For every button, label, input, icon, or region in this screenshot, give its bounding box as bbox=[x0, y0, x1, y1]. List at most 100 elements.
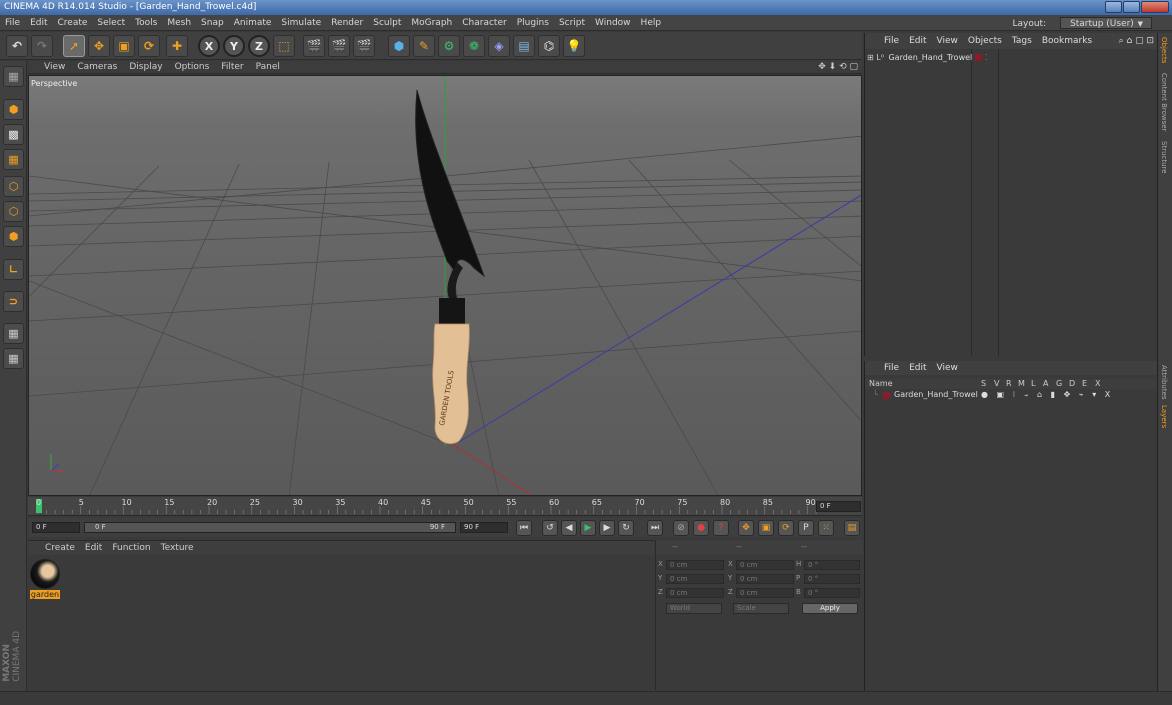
size-z-field[interactable]: 0 cm bbox=[736, 588, 794, 598]
redo-button[interactable]: ↷ bbox=[31, 35, 53, 57]
end-frame-field[interactable]: 90 F bbox=[460, 522, 508, 533]
tab-structure[interactable]: Structure bbox=[1160, 141, 1168, 174]
apply-button[interactable]: Apply bbox=[802, 603, 858, 614]
layer-row[interactable]: └ Garden_Hand_Trowel ● ▣ ⁝ ⍆ ⌂ ▮ ✥ ⌁ ▾ X bbox=[865, 390, 1158, 400]
coordinate-system-button[interactable]: ⬚ bbox=[273, 35, 295, 57]
y-axis-button[interactable]: Y bbox=[223, 35, 245, 57]
object-menu-file[interactable]: File bbox=[879, 33, 904, 49]
workplane-mode-button[interactable]: ▦ bbox=[3, 149, 24, 170]
layer-toggles-icon[interactable]: ● ▣ ⁝ ⍆ ⌂ ▮ ✥ ⌁ ▾ X bbox=[981, 390, 1113, 400]
menu-character[interactable]: Character bbox=[457, 15, 511, 31]
menu-script[interactable]: Script bbox=[554, 15, 590, 31]
viewport-menu-options[interactable]: Options bbox=[169, 61, 216, 74]
menu-create[interactable]: Create bbox=[53, 15, 93, 31]
rot-h-field[interactable]: 0 ° bbox=[804, 560, 860, 570]
tab-attributes[interactable]: Attributes bbox=[1160, 365, 1168, 400]
visibility-dots-icon[interactable]: ⁚ bbox=[985, 52, 988, 63]
material-menu-texture[interactable]: Texture bbox=[156, 541, 199, 555]
viewport-menu-display[interactable]: Display bbox=[123, 61, 168, 74]
menu-file[interactable]: File bbox=[0, 15, 25, 31]
viewport-menu-view[interactable]: View bbox=[38, 61, 71, 74]
deformer-button[interactable]: ◈ bbox=[488, 35, 510, 57]
perspective-viewport[interactable]: GARDEN TOOLS Perspective bbox=[28, 75, 862, 496]
menu-animate[interactable]: Animate bbox=[229, 15, 277, 31]
play-button[interactable]: ▶ bbox=[580, 520, 596, 536]
material-menu-function[interactable]: Function bbox=[107, 541, 155, 555]
floor-button[interactable]: ▤ bbox=[513, 35, 535, 57]
object-menu-tags[interactable]: Tags bbox=[1007, 33, 1037, 49]
layer-menu-file[interactable]: File bbox=[879, 361, 904, 375]
timeline-ruler[interactable]: 0 5 10 15 20 25 30 35 40 45 50 55 60 65 70 75 80 85 90 0 F bbox=[28, 497, 862, 516]
workplane-button[interactable]: ▦ bbox=[3, 323, 24, 344]
rot-b-field[interactable]: 0 ° bbox=[804, 588, 860, 598]
previous-key-button[interactable]: ↺ bbox=[542, 520, 558, 536]
size-mode-dropdown[interactable]: Scale bbox=[733, 603, 789, 614]
next-frame-button[interactable]: ▶ bbox=[599, 520, 615, 536]
record-active-button[interactable]: ⊘ bbox=[673, 520, 689, 536]
viewport-nav-icons[interactable]: ✥ ⬇ ⟲ ▢ bbox=[818, 61, 858, 74]
z-axis-button[interactable]: Z bbox=[248, 35, 270, 57]
live-selection-button[interactable]: ➚ bbox=[63, 35, 85, 57]
material-menu-create[interactable]: Create bbox=[40, 541, 80, 555]
menu-snap[interactable]: Snap bbox=[196, 15, 229, 31]
key-pla-button[interactable]: ⁙ bbox=[818, 520, 834, 536]
menu-select[interactable]: Select bbox=[92, 15, 130, 31]
menu-edit[interactable]: Edit bbox=[25, 15, 52, 31]
texture-mode-button[interactable]: ▩ bbox=[3, 124, 24, 145]
x-axis-button[interactable]: X bbox=[198, 35, 220, 57]
scale-button[interactable]: ▣ bbox=[113, 35, 135, 57]
rotate-button[interactable]: ⟳ bbox=[138, 35, 160, 57]
menu-plugins[interactable]: Plugins bbox=[512, 15, 554, 31]
key-rotation-button[interactable]: ⟳ bbox=[778, 520, 794, 536]
axis-mode-button[interactable]: ∟ bbox=[3, 259, 24, 280]
polygons-mode-button[interactable]: ⬢ bbox=[3, 226, 24, 247]
object-menu-edit[interactable]: Edit bbox=[904, 33, 931, 49]
key-parameter-button[interactable]: P bbox=[798, 520, 814, 536]
layout-dropdown[interactable]: Startup (User) ▼ bbox=[1060, 17, 1152, 29]
points-mode-button[interactable]: ⬡ bbox=[3, 176, 24, 197]
maximize-button[interactable] bbox=[1123, 1, 1140, 13]
timeline-button[interactable]: ▤ bbox=[844, 520, 860, 536]
previous-frame-button[interactable]: ◀ bbox=[561, 520, 577, 536]
move-button[interactable]: ✥ bbox=[88, 35, 110, 57]
subdivision-button[interactable]: ⚙ bbox=[438, 35, 460, 57]
array-button[interactable]: ❁ bbox=[463, 35, 485, 57]
size-x-field[interactable]: 0 cm bbox=[736, 560, 794, 570]
minimize-button[interactable] bbox=[1105, 1, 1122, 13]
menu-window[interactable]: Window bbox=[590, 15, 636, 31]
pos-z-field[interactable]: 0 cm bbox=[666, 588, 724, 598]
pos-y-field[interactable]: 0 cm bbox=[666, 574, 724, 584]
object-row[interactable]: ⊞ L⁰ Garden_Hand_Trowel ⁚ bbox=[867, 52, 1157, 63]
go-to-start-button[interactable]: ⏮ bbox=[516, 520, 532, 536]
menu-tools[interactable]: Tools bbox=[130, 15, 162, 31]
render-view-button[interactable]: 🎬 bbox=[303, 35, 325, 57]
size-y-field[interactable]: 0 cm bbox=[736, 574, 794, 584]
menu-mograph[interactable]: MoGraph bbox=[406, 15, 457, 31]
start-frame-field[interactable]: 0 F bbox=[32, 522, 80, 533]
tab-content-browser[interactable]: Content Browser bbox=[1160, 73, 1168, 131]
light-button[interactable]: 💡 bbox=[563, 35, 585, 57]
render-settings-button[interactable]: 🎬 bbox=[353, 35, 375, 57]
menu-render[interactable]: Render bbox=[326, 15, 368, 31]
menu-help[interactable]: Help bbox=[636, 15, 667, 31]
cube-button[interactable]: ⬢ bbox=[388, 35, 410, 57]
go-to-end-button[interactable]: ⏭ bbox=[647, 520, 663, 536]
material-swatch[interactable]: garden bbox=[30, 559, 60, 599]
viewport-menu-filter[interactable]: Filter bbox=[215, 61, 249, 74]
rot-p-field[interactable]: 0 ° bbox=[804, 574, 860, 584]
menu-mesh[interactable]: Mesh bbox=[162, 15, 196, 31]
recent-tool-button[interactable]: ✚ bbox=[166, 35, 188, 57]
coordinate-system-dropdown[interactable]: World bbox=[666, 603, 722, 614]
current-frame-field[interactable]: 0 F bbox=[816, 501, 861, 512]
autokey-button[interactable]: ● bbox=[693, 520, 709, 536]
object-menu-objects[interactable]: Objects bbox=[963, 33, 1007, 49]
lock-workplane-button[interactable]: ▦ bbox=[3, 348, 24, 369]
model-mode-button[interactable]: ⬢ bbox=[3, 99, 24, 120]
pos-x-field[interactable]: 0 cm bbox=[666, 560, 724, 570]
viewport-menu-panel[interactable]: Panel bbox=[250, 61, 286, 74]
make-editable-button[interactable]: ▦ bbox=[3, 66, 24, 87]
spline-pen-button[interactable]: ✎ bbox=[413, 35, 435, 57]
key-position-button[interactable]: ✥ bbox=[738, 520, 754, 536]
edges-mode-button[interactable]: ⬡ bbox=[3, 201, 24, 222]
menu-simulate[interactable]: Simulate bbox=[276, 15, 326, 31]
